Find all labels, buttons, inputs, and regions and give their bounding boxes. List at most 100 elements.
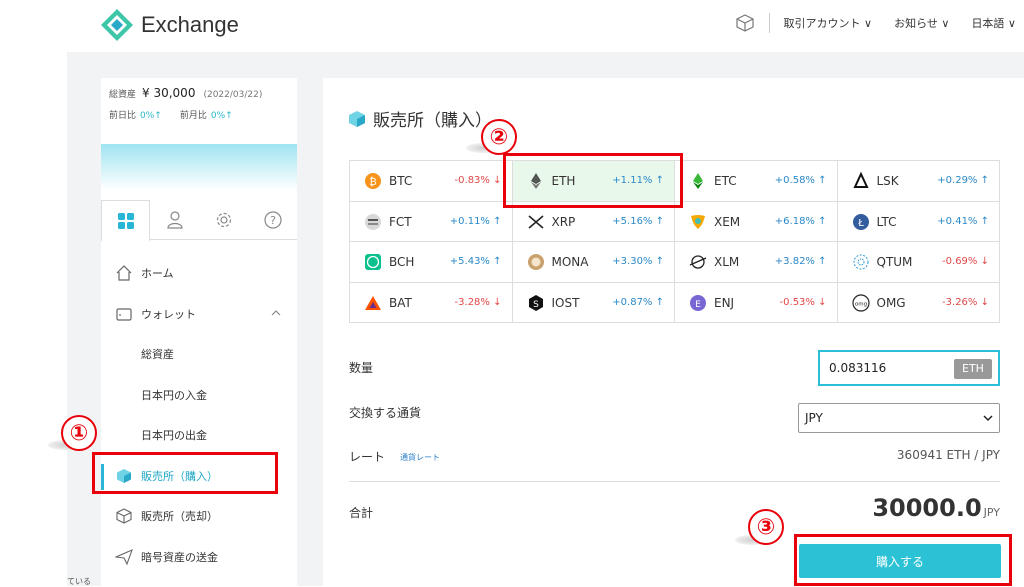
step-marker-2: ② (481, 119, 517, 155)
page-title: 販売所（購入） (347, 106, 492, 131)
tab-profile[interactable] (150, 200, 199, 240)
coin-symbol: BTC (389, 174, 413, 188)
coin-cell-bch[interactable]: BCH +5.43% ↑ (350, 242, 513, 283)
coin-symbol: ETC (714, 174, 737, 188)
page-title-text: 販売所（購入） (373, 111, 492, 131)
nav-divider (768, 13, 770, 33)
coin-symbol: LSK (876, 174, 899, 188)
currency-select[interactable]: JPY (798, 403, 1000, 433)
etc-icon (693, 173, 703, 189)
coin-cell-omg[interactable]: omg OMG -3.26% ↓ (837, 282, 1000, 323)
coin-symbol: XRP (551, 214, 576, 229)
coin-symbol: XLM (714, 255, 740, 269)
tab-dashboard[interactable] (101, 200, 150, 241)
day-change-label: 前日比 (109, 111, 137, 121)
coin-symbol: LTC (876, 214, 897, 229)
coin-change: +0.11% ↑ (449, 215, 502, 227)
grid-icon (117, 213, 134, 229)
coin-cell-xlm[interactable]: XLM +3.82% ↑ (675, 242, 838, 283)
account-menu[interactable]: 取引アカウント ∨ (784, 15, 873, 31)
quantity-input[interactable]: 0.083116 ETH (818, 350, 1000, 386)
cube-icon[interactable] (735, 13, 755, 33)
sidebar-item-jpy-deposit[interactable]: 日本円の入金 (101, 375, 297, 416)
sidebar-item-jpy-withdraw[interactable]: 日本円の出金 (101, 415, 297, 456)
coin-cell-iost[interactable]: S IOST +0.87% ↑ (512, 282, 675, 323)
svg-text:S: S (533, 300, 539, 310)
iost-icon: S (528, 294, 543, 311)
sidebar-item-home[interactable]: ホーム (101, 253, 297, 294)
xem-icon (691, 214, 705, 229)
bottom-cut-text: ている (67, 577, 91, 586)
highlight-buy-button (794, 534, 1012, 586)
highlight-store-buy (92, 452, 278, 494)
chevron-down-icon (983, 415, 993, 422)
svg-text:omg: omg (854, 301, 866, 307)
coin-cell-fct[interactable]: FCT +0.11% ↑ (350, 201, 513, 242)
coin-cell-xem[interactable]: XEM +6.18% ↑ (675, 201, 838, 242)
sidebar-item-wallet[interactable]: ウォレット (101, 294, 297, 335)
home-icon (116, 265, 132, 281)
xlm-icon (689, 255, 707, 269)
user-icon (166, 211, 183, 229)
rate-link[interactable]: 通貨レート (400, 452, 440, 463)
sidebar-item-total-assets[interactable]: 総資産 (101, 334, 297, 375)
language-menu[interactable]: 日本語 ∨ (971, 15, 1016, 31)
svg-text:?: ? (270, 214, 276, 227)
coin-change: +0.29% ↑ (937, 175, 989, 186)
coin-symbol: FCT (389, 214, 412, 229)
logo-icon[interactable] (100, 8, 134, 42)
day-change-value: 0%↑ (140, 111, 162, 121)
omg-icon: omg (851, 293, 870, 312)
coin-cell-enj[interactable]: E ENJ -0.53% ↓ (675, 282, 838, 323)
rate-label: レート (349, 450, 386, 464)
coin-change: +3.30% ↑ (612, 256, 664, 267)
divider (349, 481, 1000, 482)
coin-change: +0.87% ↑ (612, 296, 664, 308)
coin-change: -3.28% ↓ (454, 296, 502, 308)
sidebar-item-label: 暗号資産の送金 (141, 550, 218, 564)
ltc-icon: Ł (852, 213, 869, 230)
coin-change: +5.16% ↑ (612, 215, 664, 227)
tab-help[interactable]: ? (248, 200, 297, 240)
brand-name[interactable]: Exchange (141, 12, 239, 38)
coin-change: +3.82% ↑ (774, 256, 827, 267)
mona-icon (527, 254, 544, 270)
lsk-icon (852, 172, 869, 188)
coin-change: +0.58% ↑ (774, 175, 827, 186)
cube-outline-icon (116, 508, 132, 524)
coin-cell-mona[interactable]: MONA +3.30% ↑ (512, 242, 675, 283)
gear-icon (216, 212, 231, 228)
total-value: 30000.0 (872, 494, 982, 522)
asset-chart-banner (101, 144, 297, 190)
total-assets-date: (2022/03/22) (203, 90, 263, 100)
coin-symbol: XEM (714, 214, 741, 229)
coin-symbol: BAT (389, 295, 412, 310)
sidebar-item-label: ホーム (141, 267, 174, 281)
sidebar: 総資産 ¥ 30,000 (2022/03/22) 前日比 0%↑ 前月比 0%… (101, 78, 297, 586)
sidebar-item-crypto-send[interactable]: 暗号資産の送金 (101, 537, 297, 578)
coin-row: BAT -3.28% ↓ S IOST +0.87% ↑ E ENJ -0.53… (350, 282, 1000, 323)
sidebar-item-label: 日本円の入金 (141, 388, 207, 402)
coin-cell-btc[interactable]: ₿ BTC -0.83% ↓ (350, 161, 513, 202)
coin-cell-ltc[interactable]: Ł LTC +0.41% ↑ (837, 201, 1000, 242)
sidebar-item-label: ウォレット (141, 307, 196, 321)
qtum-icon (853, 254, 868, 270)
total-assets-value: ¥ 30,000 (142, 86, 196, 100)
coin-cell-etc[interactable]: ETC +0.58% ↑ (675, 161, 838, 202)
coin-cell-bat[interactable]: BAT -3.28% ↓ (350, 282, 513, 323)
coin-cell-lsk[interactable]: LSK +0.29% ↑ (837, 161, 1000, 202)
coin-change: -0.83% ↓ (454, 175, 502, 186)
coin-cell-qtum[interactable]: QTUM -0.69% ↓ (837, 242, 1000, 283)
bat-icon (365, 295, 381, 310)
asset-summary: 総資産 ¥ 30,000 (2022/03/22) 前日比 0%↑ 前月比 0%… (101, 78, 297, 137)
wallet-icon (116, 308, 132, 321)
coin-change: -0.53% ↓ (779, 296, 827, 308)
news-menu[interactable]: お知らせ ∨ (894, 15, 949, 31)
sidebar-item-store-sell[interactable]: 販売所（売却） (101, 496, 297, 537)
tab-settings[interactable] (199, 200, 248, 240)
sidebar-item-label: 販売所（売却） (141, 510, 218, 524)
sidebar-tabs: ? (101, 200, 297, 241)
svg-text:₿: ₿ (369, 176, 376, 188)
coin-change: -3.26% ↓ (942, 296, 989, 308)
chevron-up-icon[interactable] (271, 308, 281, 318)
